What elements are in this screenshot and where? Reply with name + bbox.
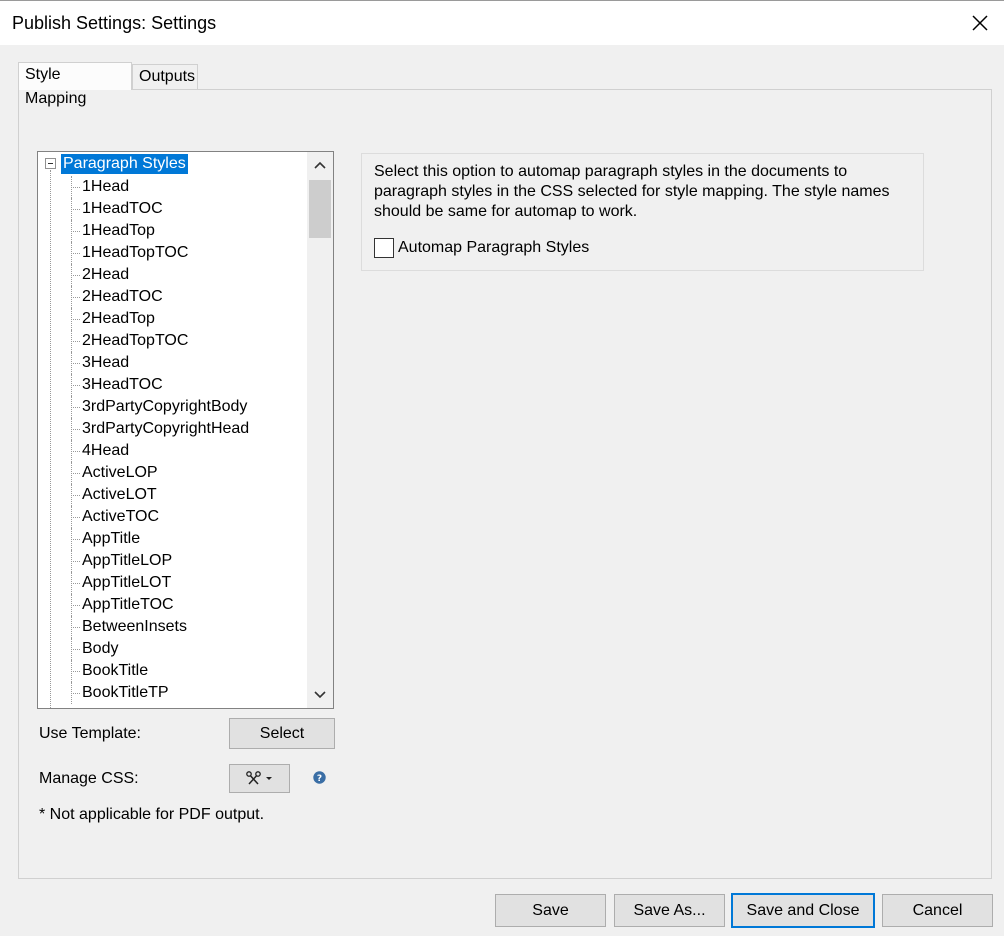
tree-item[interactable]: 3HeadTOC (38, 374, 249, 396)
tree-item[interactable]: ActiveLOP (38, 462, 249, 484)
tree-root-paragraph-styles[interactable]: Paragraph Styles (61, 154, 188, 174)
paragraph-styles-tree[interactable]: Paragraph Styles 1Head 1HeadTOC 1HeadTop 1H… (37, 151, 334, 709)
close-icon (972, 15, 988, 31)
collapse-icon[interactable] (45, 158, 56, 169)
close-button[interactable] (964, 7, 996, 39)
scroll-down-button[interactable] (307, 682, 333, 708)
chevron-up-icon (314, 161, 326, 169)
manage-css-label: Manage CSS: (39, 770, 139, 787)
automap-description: Select this option to automap paragraph … (374, 163, 890, 220)
tree-item[interactable]: AppTitle (38, 528, 249, 550)
tree-item[interactable]: AppTitleLOP (38, 550, 249, 572)
save-as-button[interactable]: Save As... (614, 894, 725, 927)
tree-item[interactable]: BookTitle (38, 660, 249, 682)
tree-scrollbar[interactable] (307, 152, 333, 708)
select-template-button[interactable]: Select (229, 718, 335, 749)
tree-item[interactable]: 1HeadTopTOC (38, 242, 249, 264)
tools-icon (245, 770, 272, 785)
tree-item[interactable]: AppTitleTOC (38, 594, 249, 616)
manage-css-dropdown-button[interactable] (229, 764, 290, 793)
save-button[interactable]: Save (495, 894, 606, 927)
automap-checkbox[interactable] (374, 238, 394, 258)
tree-item[interactable]: Body (38, 638, 249, 660)
help-icon[interactable]: ? (313, 771, 326, 784)
tree-item[interactable]: 1HeadTop (38, 220, 249, 242)
tree-item[interactable]: 3rdPartyCopyrightHead (38, 418, 249, 440)
tree-item[interactable]: BetweenInsets (38, 616, 249, 638)
tab-style-mapping[interactable]: Style Mapping (18, 62, 132, 107)
tree-item[interactable]: 4Head (38, 440, 249, 462)
svg-text:?: ? (317, 774, 322, 784)
window-title: Publish Settings: Settings (12, 13, 217, 33)
tree-item[interactable]: 2HeadTOC (38, 286, 249, 308)
tree-item[interactable]: 3rdPartyCopyrightBody (38, 396, 249, 418)
tree-item[interactable]: 3Head (38, 352, 249, 374)
tree-item[interactable]: 1HeadTOC (38, 198, 249, 220)
pdf-note: * Not applicable for PDF output. (39, 806, 265, 823)
tree-item[interactable]: BookTitleTP (38, 682, 249, 704)
tree-item[interactable]: 2Head (38, 264, 249, 286)
automap-group: Select this option to automap paragraph … (361, 153, 924, 271)
tree-item[interactable]: AppTitleLOT (38, 572, 249, 594)
tree-item[interactable]: 2HeadTopTOC (38, 330, 249, 352)
chevron-down-icon (314, 691, 326, 699)
tab-outputs[interactable]: Outputs (132, 64, 198, 90)
tree-item-list: 1Head 1HeadTOC 1HeadTop 1HeadTopTOC 2Head 2He… (38, 176, 249, 704)
title-bar: Publish Settings: Settings (0, 0, 1004, 45)
use-template-label: Use Template: (39, 725, 141, 742)
tree-item[interactable]: ActiveLOT (38, 484, 249, 506)
tree-item[interactable]: 2HeadTop (38, 308, 249, 330)
tree-item[interactable]: ActiveTOC (38, 506, 249, 528)
automap-checkbox-label[interactable]: Automap Paragraph Styles (398, 238, 589, 258)
save-and-close-button[interactable]: Save and Close (731, 893, 875, 928)
scroll-up-button[interactable] (307, 152, 333, 178)
tree-item[interactable]: 1Head (38, 176, 249, 198)
scroll-thumb[interactable] (309, 180, 331, 238)
cancel-button[interactable]: Cancel (882, 894, 993, 927)
